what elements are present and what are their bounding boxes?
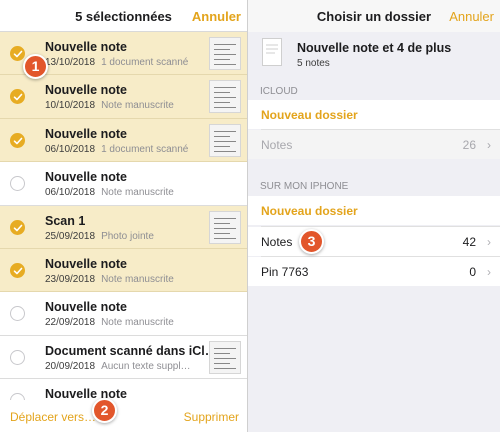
note-thumbnail	[209, 210, 241, 244]
folder-name: Notes	[261, 235, 293, 249]
step-badge-3: 3	[299, 229, 324, 254]
note-meta: 20/09/2018 Aucun texte suppl…	[45, 361, 191, 372]
note-title: Scan 1	[45, 213, 86, 228]
folder-iphone-notes[interactable]: Notes 42 ›	[248, 227, 500, 256]
moving-notes-count: 5 notes	[297, 58, 330, 69]
step-badge-2: 2	[92, 398, 117, 423]
list-footer-toolbar: Déplacer vers… Supprimer	[0, 400, 247, 432]
moving-notes-title: Nouvelle note et 4 de plus	[297, 41, 452, 55]
note-description: Note manuscrite	[101, 187, 174, 199]
note-date: 13/10/2018	[45, 57, 96, 68]
note-meta: 06/10/2018 1 document scanné	[45, 144, 188, 155]
folder-name: Pin 7763	[261, 265, 309, 279]
note-thumbnail	[209, 37, 241, 70]
section-label-icloud: ICLOUD	[260, 86, 298, 97]
note-meta: 06/10/2018 Note manuscrite	[45, 187, 174, 198]
folder-icloud-notes[interactable]: Notes 26 ›	[248, 130, 500, 159]
note-date: 23/09/2018	[45, 273, 96, 285]
note-row[interactable]: Nouvelle note 10/10/2018 Note manuscrite	[0, 75, 247, 119]
folder-iphone-pin[interactable]: Pin 7763 0 ›	[248, 257, 500, 286]
note-meta: 22/09/2018 Note manuscrite	[45, 317, 174, 328]
chevron-right-icon: ›	[487, 235, 491, 249]
note-description: Aucun texte suppl…	[101, 360, 191, 372]
note-date: 10/10/2018	[45, 100, 96, 112]
folder-name: Notes	[261, 138, 293, 152]
folder-picker-header: Choisir un dossier Annuler	[248, 0, 500, 32]
checkmark-icon[interactable]	[10, 89, 25, 105]
icloud-new-folder-label: Nouveau dossier	[261, 108, 358, 122]
note-title: Nouvelle note	[45, 83, 127, 98]
folder-picker-pane: Choisir un dossier Annuler Nouvelle note…	[248, 0, 500, 432]
note-title: Nouvelle note	[45, 40, 127, 54]
note-title: Nouvelle note	[45, 170, 127, 185]
note-row[interactable]: Scan 1 25/09/2018 Photo jointe	[0, 205, 247, 249]
iphone-new-folder-button[interactable]: Nouveau dossier	[248, 196, 500, 225]
unchecked-circle-icon[interactable]	[10, 176, 25, 192]
note-description: Note manuscrite	[101, 273, 174, 285]
note-description: Note manuscrite	[101, 317, 174, 329]
note-meta: 10/10/2018 Note manuscrite	[45, 100, 174, 111]
moving-notes-summary: Nouvelle note et 4 de plus 5 notes	[248, 32, 500, 78]
note-description: 1 document scanné	[101, 57, 189, 68]
checkmark-icon[interactable]	[10, 46, 25, 61]
icloud-new-folder-button[interactable]: Nouveau dossier	[248, 100, 500, 129]
note-meta: 13/10/2018 1 document scanné	[45, 57, 188, 68]
note-meta: 23/09/2018 Note manuscrite	[45, 274, 174, 285]
note-row[interactable]: Document scanné dans iCl… 20/09/2018 Aucun…	[0, 335, 247, 380]
checkmark-icon[interactable]	[10, 132, 25, 148]
note-meta: 25/09/2018 Photo jointe	[45, 231, 154, 242]
step-badge-1: 1	[23, 54, 48, 79]
checkmark-icon[interactable]	[10, 262, 25, 278]
note-row[interactable]: Nouvelle note 23/09/2018 Note manuscrite	[0, 248, 247, 293]
list-header: 5 sélectionnées Annuler	[0, 0, 247, 32]
cancel-selection-button[interactable]: Annuler	[192, 9, 241, 24]
note-date: 06/10/2018	[45, 187, 96, 199]
note-date: 06/10/2018	[45, 143, 96, 155]
iphone-new-folder-label: Nouveau dossier	[261, 204, 358, 218]
cancel-folder-picker-button[interactable]: Annuler	[449, 9, 494, 24]
move-to-button[interactable]: Déplacer vers…	[10, 410, 96, 424]
note-thumbnail	[209, 80, 241, 114]
note-date: 20/09/2018	[45, 360, 96, 372]
note-title: Nouvelle note	[45, 300, 127, 315]
note-description: Photo jointe	[101, 230, 154, 242]
document-icon	[262, 38, 282, 66]
note-thumbnail	[209, 340, 241, 374]
chevron-right-icon: ›	[487, 138, 491, 152]
checkmark-icon[interactable]	[10, 219, 25, 235]
note-date: 25/09/2018	[45, 230, 96, 242]
unchecked-circle-icon[interactable]	[10, 306, 25, 322]
note-row[interactable]: Nouvelle note 06/10/2018 Note manuscrite	[0, 162, 247, 206]
note-thumbnail	[209, 123, 241, 157]
unchecked-circle-icon[interactable]	[10, 349, 25, 365]
note-row[interactable]: Nouvelle note 22/09/2018 Note manuscrite	[0, 292, 247, 336]
folder-count: 42	[462, 235, 476, 249]
note-title: Nouvelle note	[45, 126, 127, 141]
folder-count: 26	[462, 138, 476, 152]
note-description: Note manuscrite	[101, 100, 174, 112]
delete-button[interactable]: Supprimer	[184, 410, 239, 424]
note-title: Document scanné dans iCl…	[45, 343, 218, 358]
folder-count: 0	[469, 265, 476, 279]
note-row[interactable]: Nouvelle note 06/10/2018 1 document scanné	[0, 118, 247, 163]
note-date: 22/09/2018	[45, 317, 96, 329]
note-description: 1 document scanné	[101, 143, 189, 155]
note-list: Nouvelle note 13/10/2018 1 document scanné…	[0, 32, 247, 423]
section-label-iphone: SUR MON IPHONE	[260, 181, 349, 192]
note-title: Nouvelle note	[45, 256, 127, 271]
chevron-right-icon: ›	[487, 265, 491, 279]
